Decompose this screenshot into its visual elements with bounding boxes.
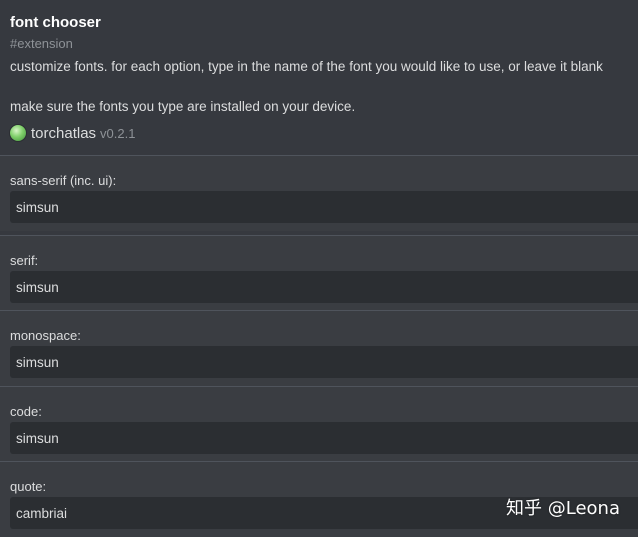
font-option-code: code: bbox=[0, 387, 638, 462]
font-option-monospace: monospace: bbox=[0, 311, 638, 386]
font-option-serif: serif: bbox=[0, 236, 638, 311]
monospace-label: monospace: bbox=[10, 328, 81, 343]
author-avatar[interactable] bbox=[10, 125, 26, 141]
sans-serif-label: sans-serif (inc. ui): bbox=[10, 173, 117, 188]
extension-note: make sure the fonts you type are install… bbox=[10, 99, 356, 114]
extension-title: font chooser bbox=[10, 14, 101, 31]
extension-version: v0.2.1 bbox=[100, 125, 136, 141]
author-row: torchatlas v0.2.1 bbox=[10, 123, 135, 143]
serif-input[interactable] bbox=[10, 271, 638, 303]
code-label: code: bbox=[10, 404, 42, 419]
code-input[interactable] bbox=[10, 422, 638, 454]
quote-label: quote: bbox=[10, 479, 47, 494]
author-name[interactable]: torchatlas bbox=[31, 125, 96, 142]
extension-description: customize fonts. for each option, type i… bbox=[10, 59, 603, 74]
serif-label: serif: bbox=[10, 253, 39, 268]
extension-tag[interactable]: #extension bbox=[10, 36, 73, 51]
monospace-input[interactable] bbox=[10, 346, 638, 378]
watermark: 知乎 @Leona bbox=[506, 498, 620, 519]
sans-serif-input[interactable] bbox=[10, 191, 638, 223]
font-option-sans-serif: sans-serif (inc. ui): bbox=[0, 156, 638, 231]
